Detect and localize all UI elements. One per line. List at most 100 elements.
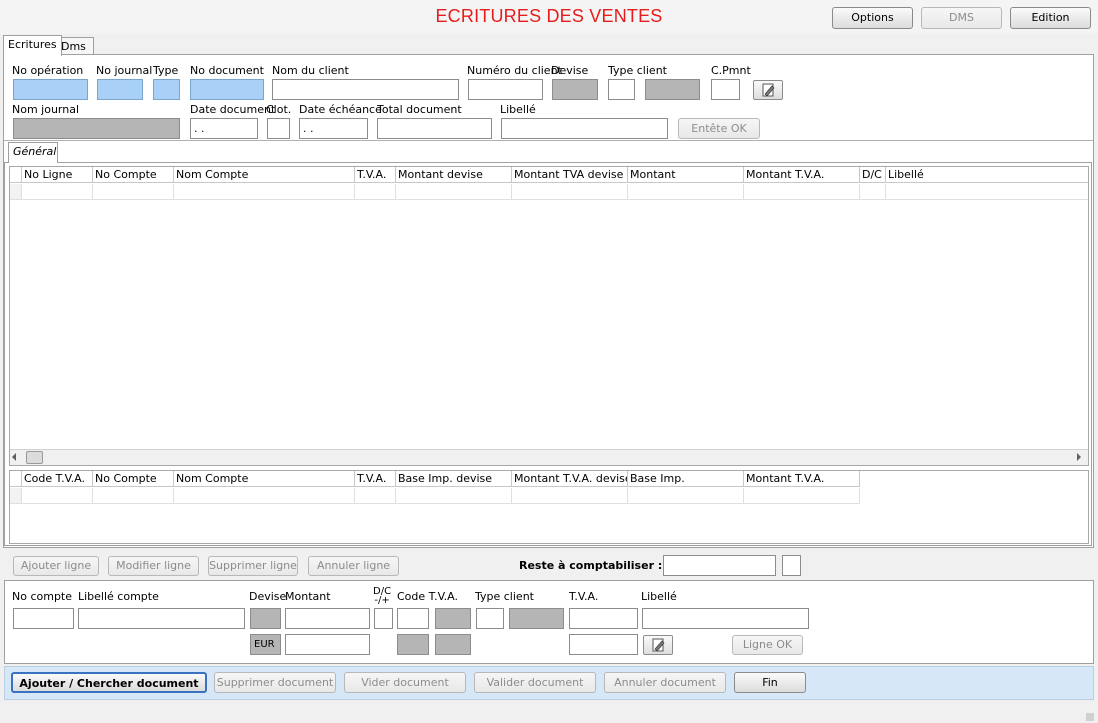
col-montant-tva-devise[interactable]: Montant T.V.A. devise xyxy=(512,471,628,487)
code-tva-field[interactable] xyxy=(397,608,429,629)
col-no-ligne[interactable]: No Ligne xyxy=(22,167,93,183)
horizontal-scrollbar[interactable] xyxy=(10,449,1088,465)
grid-cell[interactable] xyxy=(744,184,860,200)
grid-cell[interactable] xyxy=(860,184,886,200)
dms-button[interactable]: DMS xyxy=(921,7,1002,29)
col-tva[interactable]: T.V.A. xyxy=(355,471,396,487)
resize-grip[interactable] xyxy=(1086,713,1094,721)
nom-client-field[interactable] xyxy=(272,79,459,100)
tva-montant-field[interactable] xyxy=(569,634,638,655)
montant-base-field[interactable] xyxy=(285,634,370,655)
col-dc[interactable]: D/C xyxy=(860,167,886,183)
grid-cell[interactable] xyxy=(628,184,744,200)
no-compte-field[interactable] xyxy=(13,608,74,629)
col-no-compte[interactable]: No Compte xyxy=(93,167,174,183)
grid-cell[interactable] xyxy=(22,488,93,504)
supprimer-document-button[interactable]: Supprimer document xyxy=(214,672,336,693)
no-document-field[interactable] xyxy=(190,79,264,100)
col-montant-tva[interactable]: Montant T.V.A. xyxy=(744,167,860,183)
col-libelle[interactable]: Libellé xyxy=(886,167,1088,183)
no-operation-field[interactable] xyxy=(13,79,88,100)
col-tva[interactable]: T.V.A. xyxy=(355,167,396,183)
total-document-field[interactable] xyxy=(377,118,492,139)
col-code-tva[interactable]: Code T.V.A. xyxy=(22,471,93,487)
entete-ok-button[interactable]: Entête OK xyxy=(678,118,760,139)
no-journal-label: No journal xyxy=(96,64,153,77)
options-button[interactable]: Options xyxy=(832,7,913,29)
ligne-edit-button[interactable] xyxy=(643,635,673,655)
ajouter-ligne-button[interactable]: Ajouter ligne xyxy=(13,556,99,576)
type-client-field[interactable] xyxy=(476,608,504,629)
row-selector[interactable] xyxy=(10,488,22,504)
devise-label: Devise xyxy=(249,590,287,603)
col-base-imp-devise[interactable]: Base Imp. devise xyxy=(396,471,512,487)
devise-field xyxy=(250,608,281,629)
modifier-ligne-button[interactable]: Modifier ligne xyxy=(108,556,199,576)
grid-cell[interactable] xyxy=(628,488,744,504)
date-echeance-field[interactable]: . . xyxy=(299,118,368,139)
tab-general[interactable]: Général xyxy=(8,142,58,163)
grid-cell[interactable] xyxy=(396,184,512,200)
row-selector[interactable] xyxy=(10,184,22,200)
vat-grid[interactable]: Code T.V.A. No Compte Nom Compte T.V.A. … xyxy=(9,470,1089,544)
nom-journal-field xyxy=(13,118,180,139)
col-montant-tva[interactable]: Montant T.V.A. xyxy=(744,471,860,487)
grid-cell[interactable] xyxy=(174,488,355,504)
libelle-field[interactable] xyxy=(501,118,668,139)
grid-cell[interactable] xyxy=(744,488,860,504)
grid-cell[interactable] xyxy=(396,488,512,504)
tva-label: T.V.A. xyxy=(569,590,599,603)
col-montant-devise[interactable]: Montant devise xyxy=(396,167,512,183)
ajouter-chercher-document-button[interactable]: Ajouter / Chercher document xyxy=(11,672,207,693)
grid-cell[interactable] xyxy=(93,184,174,200)
dc-label-sub: -/+ xyxy=(374,595,390,606)
c-pmnt-field[interactable] xyxy=(711,79,740,100)
libelle-ligne-field[interactable] xyxy=(642,608,809,629)
montant-label: Montant xyxy=(285,590,331,603)
col-nom-compte[interactable]: Nom Compte xyxy=(174,471,355,487)
edition-button[interactable]: Edition xyxy=(1010,7,1091,29)
col-base-imp[interactable]: Base Imp. xyxy=(628,471,744,487)
grid-cell[interactable] xyxy=(886,184,1088,200)
numero-client-field[interactable] xyxy=(468,79,543,100)
col-nom-compte[interactable]: Nom Compte xyxy=(174,167,355,183)
lines-grid[interactable]: No Ligne No Compte Nom Compte T.V.A. Mon… xyxy=(9,166,1089,466)
grid-cell[interactable] xyxy=(355,184,396,200)
fin-button[interactable]: Fin xyxy=(734,672,806,693)
col-no-compte[interactable]: No Compte xyxy=(93,471,174,487)
tab-ecritures[interactable]: Ecritures xyxy=(3,35,62,56)
scroll-left-icon[interactable] xyxy=(12,453,16,461)
total-document-label: Total document xyxy=(377,103,462,116)
grid-cell[interactable] xyxy=(512,184,628,200)
type-client-label: Type client xyxy=(475,590,534,603)
scroll-right-icon[interactable] xyxy=(1077,453,1081,461)
col-montant-tva-devise[interactable]: Montant TVA devise xyxy=(512,167,628,183)
valider-document-button[interactable]: Valider document xyxy=(474,672,596,693)
no-compte-label: No compte xyxy=(12,590,73,603)
grid-cell[interactable] xyxy=(174,184,355,200)
no-journal-field[interactable] xyxy=(97,79,143,100)
libelle-compte-field[interactable] xyxy=(78,608,245,629)
ligne-ok-button[interactable]: Ligne OK xyxy=(732,635,803,655)
type-field[interactable] xyxy=(153,79,180,100)
scrollbar-thumb[interactable] xyxy=(26,451,43,464)
c-pmnt-edit-button[interactable] xyxy=(753,80,783,100)
annuler-document-button[interactable]: Annuler document xyxy=(604,672,726,693)
grid-cell[interactable] xyxy=(355,488,396,504)
grid-cell[interactable] xyxy=(93,488,174,504)
date-document-field[interactable]: . . xyxy=(190,118,258,139)
montant-field[interactable] xyxy=(285,608,370,629)
supprimer-ligne-button[interactable]: Supprimer ligne xyxy=(208,556,298,576)
no-operation-label: No opération xyxy=(12,64,84,77)
vider-document-button[interactable]: Vider document xyxy=(344,672,466,693)
col-montant[interactable]: Montant xyxy=(628,167,744,183)
code-tva-extra-field xyxy=(397,634,429,655)
tva-field[interactable] xyxy=(569,608,638,629)
grid-cell[interactable] xyxy=(22,184,93,200)
clot-field[interactable] xyxy=(267,118,290,139)
annuler-ligne-button[interactable]: Annuler ligne xyxy=(308,556,399,576)
dc-field[interactable] xyxy=(374,608,393,629)
type-client-field[interactable] xyxy=(608,79,635,100)
grid-cell[interactable] xyxy=(512,488,628,504)
currency-field: EUR xyxy=(250,634,281,655)
